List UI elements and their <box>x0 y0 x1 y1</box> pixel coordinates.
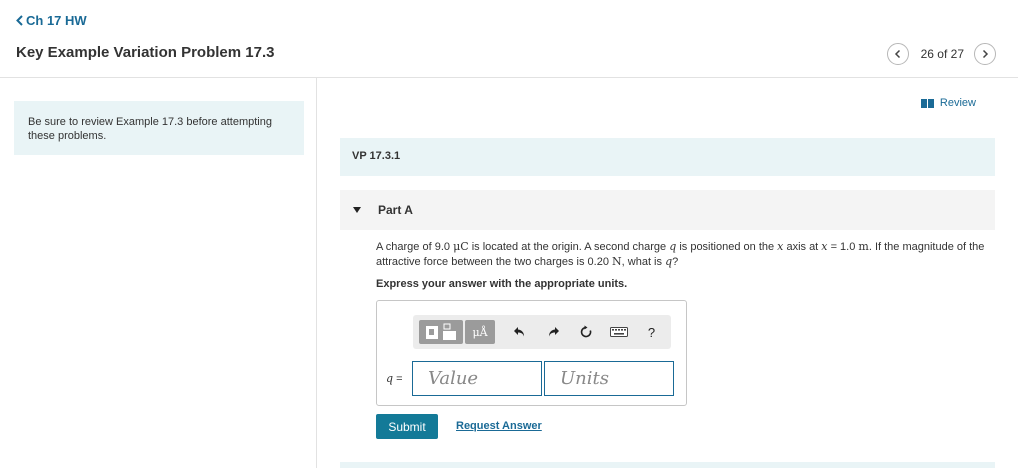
next-item-button[interactable] <box>974 43 996 65</box>
value-input[interactable]: Value <box>412 361 542 396</box>
review-link[interactable]: Review <box>920 97 976 109</box>
math-toolbar: μÅ ? <box>413 315 671 349</box>
part-label: Part A <box>378 203 413 217</box>
chevron-left-icon <box>16 15 23 26</box>
request-answer-link[interactable]: Request Answer <box>456 420 542 432</box>
next-section-header <box>340 462 995 468</box>
units-button[interactable]: μÅ <box>465 320 495 344</box>
help-icon: ? <box>647 324 656 340</box>
reset-icon <box>580 325 591 338</box>
previous-item-button[interactable] <box>886 43 909 65</box>
pager-position: 26 of 27 <box>920 47 964 61</box>
reset-button[interactable] <box>569 320 602 344</box>
answer-panel: μÅ ? q = Value Units <box>376 300 687 406</box>
undo-icon <box>513 327 524 337</box>
review-note: Be sure to review Example 17.3 before at… <box>14 101 304 155</box>
part-toggle[interactable]: Part A <box>340 190 995 230</box>
keyboard-icon <box>609 327 628 337</box>
back-link-label: Ch 17 HW <box>26 13 87 28</box>
templates-icon <box>426 323 456 340</box>
templates-button[interactable] <box>419 320 463 344</box>
review-label: Review <box>939 97 976 109</box>
header-divider <box>0 77 1018 78</box>
book-icon <box>920 98 934 108</box>
chevron-right-icon <box>982 49 989 59</box>
answer-variable-label: q = <box>386 372 403 385</box>
undo-button[interactable] <box>503 320 536 344</box>
submit-button[interactable]: Submit <box>376 414 438 439</box>
question-text: A charge of 9.0 μC is located at the ori… <box>376 240 985 268</box>
redo-icon <box>548 327 559 337</box>
units-input[interactable]: Units <box>544 361 674 396</box>
caret-down-icon <box>353 207 361 213</box>
redo-button[interactable] <box>536 320 569 344</box>
section-header: VP 17.3.1 <box>340 138 995 176</box>
page-title: Key Example Variation Problem 17.3 <box>16 44 275 61</box>
pager: 26 of 27 <box>886 43 996 65</box>
help-button[interactable]: ? <box>635 320 668 344</box>
keyboard-button[interactable] <box>602 320 635 344</box>
answer-instruction: Express your answer with the appropriate… <box>376 278 628 290</box>
chevron-left-icon <box>894 49 900 59</box>
back-link[interactable]: Ch 17 HW <box>16 13 87 28</box>
column-divider <box>316 78 317 468</box>
